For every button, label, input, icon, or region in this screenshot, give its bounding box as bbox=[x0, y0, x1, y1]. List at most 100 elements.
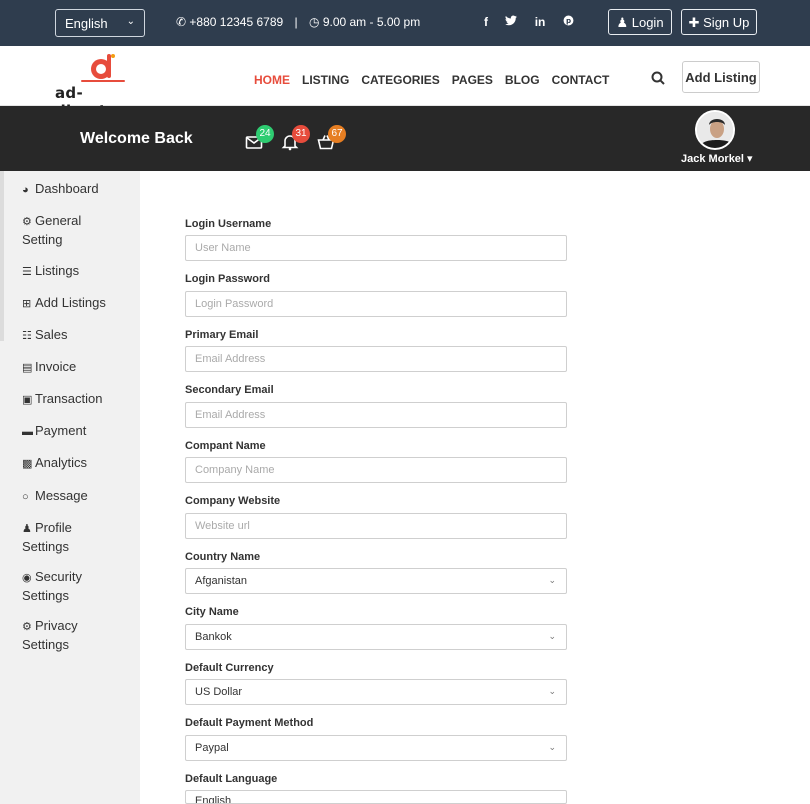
username-label: Login Username bbox=[185, 218, 272, 230]
secondary-email-field[interactable]: Email Address bbox=[185, 402, 567, 428]
sidebar-item-sales[interactable]: ☷ Sales bbox=[22, 326, 68, 345]
contact-info: ✆ +880 12345 6789 | ◷ 9.00 am - 5.00 pm bbox=[176, 15, 420, 29]
country-select[interactable]: Afganistan ⌄ bbox=[185, 568, 567, 594]
sidebar-item-label: Add Listings bbox=[35, 295, 106, 310]
gear-icon: ⚙ bbox=[22, 216, 32, 228]
user-icon: ♟ bbox=[22, 523, 32, 535]
money-icon: ▣ bbox=[22, 394, 33, 406]
primary-email-field[interactable]: Email Address bbox=[185, 346, 567, 372]
language-select[interactable]: English ⌄ bbox=[55, 9, 145, 37]
plus-square-icon: ⊞ bbox=[22, 298, 32, 310]
nav-link-blog[interactable]: BLOG bbox=[505, 73, 540, 87]
sidebar-item-profile-settings[interactable]: ♟ Profile Settings bbox=[22, 519, 112, 555]
bar-chart-icon: ▩ bbox=[22, 458, 33, 470]
currency-select[interactable]: US Dollar ⌄ bbox=[185, 679, 567, 705]
password-label: Login Password bbox=[185, 273, 270, 285]
company-name-label: Compant Name bbox=[185, 440, 266, 452]
search-icon[interactable] bbox=[651, 71, 665, 85]
add-listing-button[interactable]: Add Listing bbox=[682, 61, 760, 93]
sidebar-item-label: Sales bbox=[35, 327, 68, 342]
linkedin-icon[interactable]: in bbox=[535, 15, 546, 29]
sidebar-item-label: Listings bbox=[35, 263, 80, 278]
sidebar-item-label: Message bbox=[35, 488, 88, 503]
user-menu[interactable]: Jack Morkel ▾ bbox=[681, 152, 753, 165]
password-field[interactable]: Login Password bbox=[185, 291, 567, 317]
lock-icon: ◉ bbox=[22, 572, 32, 584]
payment-method-select-value: Paypal bbox=[195, 742, 229, 754]
sidebar-item-listings[interactable]: ☰ Listings bbox=[22, 262, 79, 281]
company-website-field[interactable]: Website url bbox=[185, 513, 567, 539]
payment-method-select[interactable]: Paypal ⌄ bbox=[185, 735, 567, 761]
sidebar-item-general-setting[interactable]: ⚙ General Setting bbox=[22, 212, 122, 248]
sidebar-item-privacy-settings[interactable]: ⚙ Privacy Settings bbox=[22, 617, 112, 653]
city-select[interactable]: Bankok ⌄ bbox=[185, 624, 567, 650]
sidebar-item-security-settings[interactable]: ◉ Security Settings bbox=[22, 568, 122, 604]
language-label: Default Language bbox=[185, 773, 278, 785]
sidebar-item-label: Dashboard bbox=[35, 181, 99, 196]
social-links: f in p bbox=[484, 15, 588, 29]
top-bar: English ⌄ ✆ +880 12345 6789 | ◷ 9.00 am … bbox=[0, 0, 810, 46]
caret-down-icon: ▾ bbox=[747, 153, 753, 165]
main-nav: ad-directory HOME LISTING CATEGORIES PAGES B… bbox=[0, 46, 810, 120]
facebook-icon[interactable]: f bbox=[484, 15, 488, 29]
chevron-down-icon: ⌄ bbox=[548, 631, 556, 641]
sidebar-item-payment[interactable]: ▬ Payment bbox=[22, 422, 86, 441]
login-label: Login bbox=[631, 15, 664, 30]
list-icon: ☰ bbox=[22, 266, 32, 278]
plus-icon: ✚ bbox=[688, 15, 700, 30]
pinterest-icon[interactable]: p bbox=[563, 15, 574, 29]
signup-button[interactable]: ✚ Sign Up bbox=[681, 9, 757, 35]
sidebar-item-dashboard[interactable]: ◕ Dashboard bbox=[22, 180, 99, 199]
chevron-down-icon: ⌄ bbox=[548, 575, 556, 585]
username-field[interactable]: User Name bbox=[185, 235, 567, 261]
language-select-field[interactable]: English bbox=[185, 790, 567, 804]
divider: | bbox=[294, 15, 298, 29]
sidebar-item-transaction[interactable]: ▣ Transaction bbox=[22, 390, 102, 409]
phone-icon: ✆ bbox=[176, 15, 187, 29]
welcome-title: Welcome Back bbox=[80, 130, 193, 147]
sidebar-item-label: Analytics bbox=[35, 455, 88, 470]
city-label: City Name bbox=[185, 606, 239, 618]
nav-link-home[interactable]: HOME bbox=[254, 73, 290, 87]
business-hours: 9.00 am - 5.00 pm bbox=[322, 15, 421, 29]
notifications-badge: 31 bbox=[292, 125, 310, 143]
currency-label: Default Currency bbox=[185, 662, 274, 674]
chevron-down-icon: ⌄ bbox=[548, 686, 556, 696]
logo-underline bbox=[81, 80, 125, 82]
language-select-value: English bbox=[65, 16, 108, 31]
login-button[interactable]: ♟ Login bbox=[608, 9, 672, 35]
country-label: Country Name bbox=[185, 551, 261, 563]
sidebar-item-invoice[interactable]: ▤ Invoice bbox=[22, 358, 76, 377]
company-name-field[interactable]: Company Name bbox=[185, 457, 567, 483]
sidebar-item-analytics[interactable]: ▩ Analytics bbox=[22, 454, 87, 473]
nav-link-listing[interactable]: LISTING bbox=[302, 73, 349, 87]
sidebar-item-message[interactable]: ○ Message bbox=[22, 487, 88, 506]
messages-badge: 24 bbox=[256, 125, 274, 143]
nav-link-categories[interactable]: CATEGORIES bbox=[361, 73, 439, 87]
currency-select-value: US Dollar bbox=[195, 686, 243, 698]
cart-badge: 67 bbox=[328, 125, 346, 143]
sidebar-scrollbar[interactable] bbox=[0, 171, 4, 341]
company-website-label: Company Website bbox=[185, 495, 281, 507]
nav-link-pages[interactable]: PAGES bbox=[452, 73, 493, 87]
secondary-email-label: Secondary Email bbox=[185, 384, 274, 396]
user-name: Jack Morkel bbox=[681, 153, 744, 165]
sidebar-item-label: Transaction bbox=[35, 391, 103, 406]
cart-icon: ☷ bbox=[22, 330, 32, 342]
signup-label: Sign Up bbox=[703, 15, 750, 30]
primary-email-label: Primary Email bbox=[185, 329, 259, 341]
nav-links: HOME LISTING CATEGORIES PAGES BLOG CONTACT bbox=[254, 73, 621, 87]
twitter-icon[interactable] bbox=[505, 15, 518, 29]
sidebar-item-add-listings[interactable]: ⊞ Add Listings bbox=[22, 294, 106, 313]
phone-number: +880 12345 6789 bbox=[189, 15, 284, 29]
payment-method-label: Default Payment Method bbox=[185, 717, 314, 729]
avatar[interactable] bbox=[695, 110, 735, 150]
nav-link-contact[interactable]: CONTACT bbox=[552, 73, 610, 87]
logo[interactable]: ad-directory bbox=[55, 52, 151, 120]
clock-icon: ◷ bbox=[308, 15, 320, 29]
dashboard-icon: ◕ bbox=[22, 184, 29, 196]
credit-card-icon: ▬ bbox=[22, 426, 33, 438]
sidebar-item-label: Invoice bbox=[35, 359, 77, 374]
country-select-value: Afganistan bbox=[195, 575, 247, 587]
gear-icon: ⚙ bbox=[22, 621, 32, 633]
